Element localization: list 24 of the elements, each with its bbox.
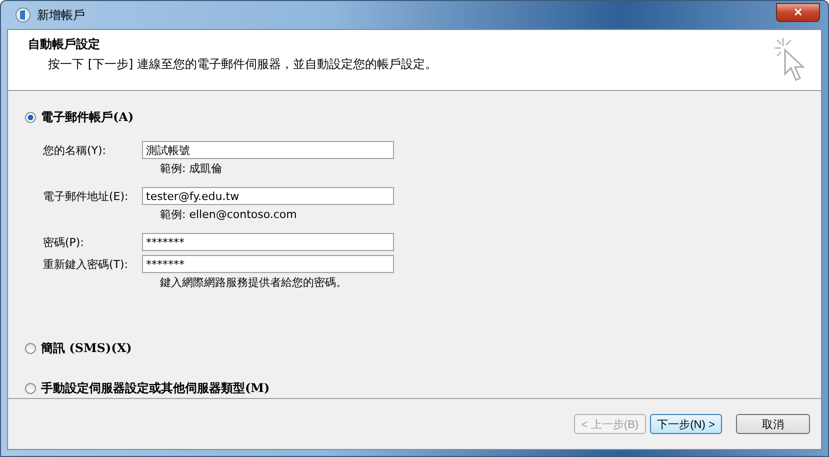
radio-button[interactable] bbox=[25, 112, 36, 122]
app-icon bbox=[15, 7, 31, 23]
input-field[interactable]: ******* bbox=[142, 255, 394, 273]
field-label: 重新鍵入密碼(T): bbox=[43, 256, 130, 272]
dialog-button[interactable]: 取消 bbox=[736, 414, 810, 434]
field-label: 電子郵件地址(E): bbox=[43, 188, 130, 204]
radio-button[interactable] bbox=[25, 342, 36, 354]
field-label: 密碼(P): bbox=[43, 234, 85, 250]
radio-label[interactable]: 簡訊 (SMS)(X) bbox=[41, 340, 132, 356]
window-title: 新增帳戶 bbox=[37, 6, 85, 24]
input-field[interactable]: 測試帳號 bbox=[142, 141, 394, 159]
close-button[interactable]: ✕ bbox=[776, 2, 820, 22]
header-subtitle: 按一下 [下一步] 連線至您的電子郵件伺服器，並自動設定您的帳戶設定。 bbox=[47, 56, 438, 73]
field-hint: 鍵入網際網路服務提供者給您的密碼。 bbox=[159, 275, 348, 290]
radio-label[interactable]: 電子郵件帳戶(A) bbox=[41, 108, 134, 126]
input-field[interactable]: ******* bbox=[142, 233, 394, 251]
field-hint: 範例: 成凱倫 bbox=[159, 161, 224, 176]
field-label: 您的名稱(Y): bbox=[43, 142, 108, 158]
dialog-button[interactable]: 下一步(N) > bbox=[650, 414, 722, 434]
radio-label[interactable]: 手動設定伺服器設定或其他伺服器類型(M) bbox=[41, 380, 270, 396]
header-title: 自動帳戶設定 bbox=[28, 36, 101, 53]
radio-button[interactable] bbox=[25, 382, 36, 394]
field-hint: 範例: ellen@contoso.com bbox=[159, 207, 298, 222]
input-field[interactable]: tester@fy.edu.tw bbox=[142, 187, 394, 205]
